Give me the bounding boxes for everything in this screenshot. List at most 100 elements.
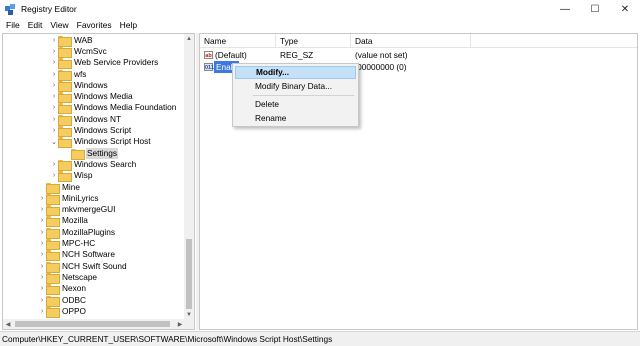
maximize-button[interactable]: ☐ xyxy=(580,0,610,18)
expand-chevron-icon[interactable]: › xyxy=(38,193,46,203)
context-menu-rename[interactable]: Rename xyxy=(235,112,356,125)
tree-item[interactable]: › Windows xyxy=(50,79,109,92)
folder-icon xyxy=(58,80,72,92)
folder-icon xyxy=(58,171,72,183)
tree-item[interactable]: › Windows Media Foundation xyxy=(50,102,177,115)
tree-item[interactable]: › Windows Script xyxy=(50,125,132,138)
tree-item-label: NCH Swift Sound xyxy=(62,260,127,271)
tree-item[interactable]: › Windows Search xyxy=(50,158,137,171)
expand-chevron-icon[interactable]: › xyxy=(38,227,46,237)
close-button[interactable]: ✕ xyxy=(610,0,640,18)
horizontal-scroll-thumb[interactable] xyxy=(15,321,170,327)
context-menu-delete[interactable]: Delete xyxy=(235,98,356,111)
folder-icon xyxy=(58,92,72,104)
menu-favorites[interactable]: Favorites xyxy=(73,20,116,30)
expand-chevron-icon[interactable]: › xyxy=(38,272,46,282)
tree-item-label: ODBC xyxy=(62,294,86,305)
value-data: x00000000 (0) xyxy=(353,62,407,72)
tree-item[interactable]: › Web Service Providers xyxy=(50,57,159,70)
expand-chevron-icon[interactable]: › xyxy=(38,295,46,305)
expand-chevron-icon[interactable]: › xyxy=(50,58,58,68)
tree-vertical-scrollbar[interactable]: ▲ ▼ xyxy=(184,34,194,320)
folder-icon xyxy=(58,35,72,47)
tree-horizontal-scrollbar[interactable]: ◀ ▶ xyxy=(3,319,185,329)
tree-item-label: Windows Search xyxy=(74,158,137,169)
tree-item[interactable]: › Mozilla xyxy=(38,215,89,228)
expand-chevron-icon[interactable]: › xyxy=(50,159,58,169)
folder-icon xyxy=(46,227,60,239)
value-row[interactable]: ab (Default) REG_SZ (value not set) xyxy=(200,49,637,61)
minimize-button[interactable]: — xyxy=(550,0,580,18)
folder-icon xyxy=(58,58,72,70)
expand-chevron-icon[interactable]: › xyxy=(38,205,46,215)
context-menu: Modify... Modify Binary Data... Delete R… xyxy=(232,63,359,127)
expand-chevron-icon[interactable]: › xyxy=(50,103,58,113)
vertical-scroll-thumb[interactable] xyxy=(186,239,192,309)
expand-chevron-icon[interactable]: › xyxy=(50,46,58,56)
menu-file[interactable]: File xyxy=(2,20,24,30)
string-value-icon: ab xyxy=(204,51,213,59)
tree-item[interactable]: › NCH Software xyxy=(38,249,116,262)
list-header: Name Type Data xyxy=(200,34,637,48)
menu-edit[interactable]: Edit xyxy=(24,20,47,30)
expand-chevron-icon[interactable]: › xyxy=(50,69,58,79)
tree-item-label: Windows Script Host xyxy=(74,136,151,147)
expand-chevron-icon[interactable]: › xyxy=(38,261,46,271)
tree-item[interactable]: › Windows Media xyxy=(50,91,134,104)
expand-chevron-icon[interactable]: › xyxy=(38,216,46,226)
expand-chevron-icon[interactable]: › xyxy=(50,171,58,181)
menu-view[interactable]: View xyxy=(46,20,72,30)
tree-item[interactable]: › NCH Swift Sound xyxy=(38,260,128,273)
tree-item[interactable]: ⌄ Windows Script Host xyxy=(50,136,152,149)
expand-chevron-icon[interactable]: › xyxy=(50,126,58,136)
scroll-up-arrow-icon[interactable]: ▲ xyxy=(184,34,194,44)
tree-item-label: Mozilla xyxy=(62,215,88,226)
folder-icon xyxy=(58,159,72,171)
scroll-left-arrow-icon[interactable]: ◀ xyxy=(3,319,13,329)
tree-item[interactable]: › Netscape xyxy=(38,272,98,284)
expand-chevron-icon[interactable]: › xyxy=(50,114,58,124)
tree-item[interactable]: Settings xyxy=(63,147,118,160)
tree-item-label: mkvmergeGUI xyxy=(62,204,116,215)
tree-item[interactable]: › MozillaPlugins xyxy=(38,226,116,239)
column-header-type[interactable]: Type xyxy=(276,34,351,48)
tree-item[interactable]: › WcmSvc xyxy=(50,46,108,58)
expand-chevron-icon[interactable]: › xyxy=(38,284,46,294)
folder-icon xyxy=(58,69,72,81)
tree-item[interactable]: › Wisp xyxy=(50,170,93,183)
folder-icon xyxy=(58,126,72,138)
key-path: Computer\HKEY_CURRENT_USER\SOFTWARE\Micr… xyxy=(2,334,333,344)
column-header-name[interactable]: Name xyxy=(200,34,276,48)
tree-item-label: wfs xyxy=(74,68,87,79)
tree-item[interactable]: › mkvmergeGUI xyxy=(38,204,116,217)
collapse-chevron-icon[interactable]: ⌄ xyxy=(50,137,58,147)
tree-item[interactable]: Mine xyxy=(38,181,81,194)
tree-item-label: Windows xyxy=(74,79,108,90)
expand-chevron-icon[interactable]: › xyxy=(38,239,46,249)
expand-chevron-icon[interactable]: › xyxy=(50,92,58,102)
value-name: (Default) xyxy=(215,50,247,60)
folder-icon xyxy=(46,261,60,273)
scroll-corner xyxy=(184,319,194,329)
column-header-data[interactable]: Data xyxy=(351,34,471,48)
tree-item-label: Web Service Providers xyxy=(74,57,159,68)
tree-item[interactable]: › wfs xyxy=(50,68,87,81)
tree-item[interactable]: › OPPO xyxy=(38,306,87,318)
expand-chevron-icon[interactable]: › xyxy=(50,80,58,90)
expand-chevron-icon[interactable]: › xyxy=(38,306,46,316)
context-menu-modify-binary[interactable]: Modify Binary Data... xyxy=(235,80,356,93)
tree-item-label: MozillaPlugins xyxy=(62,226,116,237)
tree-item-label: Nexon xyxy=(62,283,86,294)
tree-item[interactable]: › WAB xyxy=(50,35,94,47)
expand-chevron-icon[interactable]: › xyxy=(38,250,46,260)
tree-item[interactable]: › ODBC xyxy=(38,294,87,307)
tree-item[interactable]: › Windows NT xyxy=(50,114,122,126)
context-menu-modify[interactable]: Modify... xyxy=(235,66,356,79)
expand-chevron-icon[interactable]: › xyxy=(50,35,58,45)
tree-item[interactable]: › MPC-HC xyxy=(38,238,96,251)
tree-item[interactable]: › Nexon xyxy=(38,283,87,296)
expand-chevron-icon xyxy=(63,148,71,158)
window-title: Registry Editor xyxy=(21,4,77,14)
menu-help[interactable]: Help xyxy=(116,20,141,30)
tree-item[interactable]: › MiniLyrics xyxy=(38,193,100,205)
